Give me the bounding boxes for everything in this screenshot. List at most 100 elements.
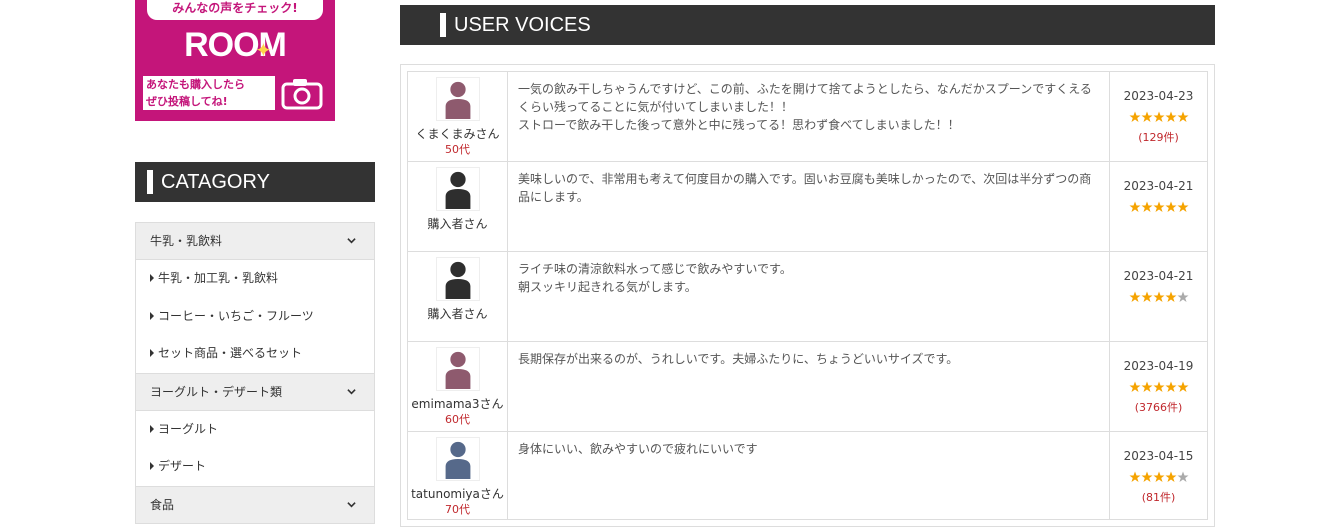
star-icon [1129, 471, 1140, 482]
review-user-name: 購入者さん [427, 217, 488, 231]
review-user-age: 70代 [445, 503, 470, 516]
star-icon [1153, 111, 1164, 122]
review-meta-cell: 2023-04-21 [1110, 162, 1207, 251]
category-item[interactable]: デザート [136, 448, 374, 486]
room-logo: ROOM [184, 26, 287, 64]
category-item-label: デザート [158, 459, 207, 473]
review-count-link[interactable]: (3766件) [1110, 400, 1207, 416]
chevron-down-icon[interactable] [347, 387, 356, 396]
review-text-line: 朝スッキリ起きれる気がします。 [518, 280, 697, 294]
star-icon [1165, 201, 1176, 212]
header-bar-decoration [440, 13, 446, 37]
room-banner[interactable]: みんなの声をチェック! ROOM ✦ あなたも購入したら ぜひ投稿してね! [135, 0, 335, 121]
review-meta-cell: 2023-04-23 (129件) [1110, 72, 1207, 161]
review-count-link[interactable]: (81件) [1110, 490, 1207, 506]
review-date: 2023-04-15 [1123, 449, 1194, 463]
review-meta-cell: 2023-04-21 [1110, 252, 1207, 341]
review-text-line: 美味しいので、非常用も考えて何度目かの購入です。固いお豆腐も美味しかったので、次… [518, 172, 1092, 204]
review-count-link[interactable]: (129件) [1110, 130, 1207, 146]
review-meta-cell: 2023-04-15 (81件) [1110, 432, 1207, 519]
review-row: くまくまみさん 50代 一気の飲み干しちゃうんですけど、この前、ふたを開けて捨てよ… [408, 72, 1207, 162]
review-text-line: 一気の飲み干しちゃうんですけど、この前、ふたを開けて捨てようとしたら、なんだかス… [518, 82, 1092, 114]
review-date: 2023-04-21 [1123, 269, 1194, 283]
review-text: 一気の飲み干しちゃうんですけど、この前、ふたを開けて捨てようとしたら、なんだかス… [508, 72, 1110, 161]
review-rating [1110, 288, 1207, 304]
user-voices-box: くまくまみさん 50代 一気の飲み干しちゃうんですけど、この前、ふたを開けて捨てよ… [400, 64, 1215, 527]
review-rating [1110, 108, 1207, 124]
review-rating [1110, 198, 1207, 214]
review-row: 購入者さん 美味しいので、非常用も考えて何度目かの購入です。固いお豆腐も美味しか… [408, 162, 1207, 252]
chevron-down-icon[interactable] [347, 236, 356, 245]
review-text: 美味しいので、非常用も考えて何度目かの購入です。固いお豆腐も美味しかったので、次… [508, 162, 1110, 251]
review-row: 購入者さん ライチ味の清涼飲料水って感じで飲みやすいです。 朝スッキリ起きれる気が… [408, 252, 1207, 342]
user-avatar-icon [435, 347, 480, 391]
review-user-cell: emimama3さん 60代 [408, 342, 508, 431]
review-text-line: ライチ味の清涼飲料水って感じで飲みやすいです。 [518, 262, 792, 276]
category-group[interactable]: 食品 [136, 485, 374, 524]
star-icon [1141, 471, 1152, 482]
category-group-label: 食品 [150, 497, 175, 512]
star-icon [1141, 201, 1152, 212]
review-meta-cell: 2023-04-19 (3766件) [1110, 342, 1207, 431]
star-icon [1129, 201, 1140, 212]
user-avatar-icon [435, 257, 480, 301]
chevron-down-icon[interactable] [347, 500, 356, 509]
category-item-label: 牛乳・加工乳・乳飲料 [158, 271, 279, 285]
star-icon [1165, 111, 1176, 122]
triangle-right-icon [150, 349, 154, 357]
star-icon [1153, 381, 1164, 392]
review-text: 長期保存が出来るのが、うれしいです。夫婦ふたりに、ちょうどいいサイズです。 [508, 342, 1110, 431]
star-icon [1153, 291, 1164, 302]
sparkle-icon: ✦ [255, 38, 272, 62]
invite-line-2: ぜひ投稿してね! [146, 95, 228, 108]
star-icon [1165, 381, 1176, 392]
user-avatar-icon [435, 437, 480, 481]
camera-icon [281, 79, 323, 110]
category-group[interactable]: ヨーグルト・デザート類 [136, 372, 374, 411]
category-item[interactable]: セット商品・選べるセット [136, 335, 374, 373]
category-item-label: ヨーグルト [158, 421, 219, 436]
room-banner-invite: あなたも購入したら ぜひ投稿してね! [143, 76, 275, 110]
review-date: 2023-04-19 [1123, 359, 1194, 373]
review-rating [1110, 468, 1207, 484]
category-header: CATAGORY [135, 162, 375, 202]
invite-line-1: あなたも購入したら [146, 78, 245, 91]
review-user-cell: 購入者さん [408, 162, 508, 251]
review-date: 2023-04-23 [1123, 89, 1194, 103]
triangle-right-icon [150, 462, 154, 470]
review-rating [1110, 378, 1207, 394]
review-row: emimama3さん 60代 長期保存が出来るのが、うれしいです。夫婦ふたりに、ち… [408, 342, 1207, 432]
star-icon [1165, 291, 1176, 302]
category-title: CATAGORY [161, 171, 270, 193]
star-icon [1141, 291, 1152, 302]
user-voices-title: USER VOICES [454, 13, 591, 36]
star-icon [1153, 201, 1164, 212]
star-icon [1141, 111, 1152, 122]
review-user-cell: くまくまみさん 50代 [408, 72, 508, 161]
review-row: tatunomiyaさん 70代 身体にいい、飲みやすいので疲れにいいです 2023… [408, 432, 1207, 519]
triangle-right-icon [150, 424, 154, 433]
review-user-name: emimama3さん [411, 397, 504, 411]
category-list: 牛乳・乳飲料牛乳・加工乳・乳飲料コーヒー・いちご・フルーツ セット商品・選べるセッ… [135, 222, 375, 524]
review-text-line: ストローで飲み干した後って意外と中に残ってる！思わず食べてしまいました！！ [518, 118, 960, 132]
category-item[interactable]: ヨーグルト [136, 410, 374, 448]
category-item[interactable]: 牛乳・加工乳・乳飲料 [136, 260, 374, 298]
triangle-right-icon [150, 274, 154, 282]
category-item[interactable]: コーヒー・いちご・フルーツ [136, 297, 374, 335]
page: みんなの声をチェック! ROOM ✦ あなたも購入したら ぜひ投稿してね! CA… [0, 0, 1339, 531]
review-user-name: 購入者さん [427, 307, 488, 321]
star-icon [1177, 471, 1188, 482]
star-icon [1177, 201, 1188, 212]
category-group[interactable]: 牛乳・乳飲料 [136, 222, 374, 260]
star-icon [1153, 471, 1164, 482]
review-text: ライチ味の清涼飲料水って感じで飲みやすいです。 朝スッキリ起きれる気がします。 [508, 252, 1110, 341]
star-icon [1129, 111, 1140, 122]
review-text: 身体にいい、飲みやすいので疲れにいいです [508, 432, 1110, 519]
triangle-right-icon [150, 311, 154, 320]
review-user-name: くまくまみさん [415, 127, 500, 141]
star-icon [1129, 381, 1140, 392]
room-banner-catch: みんなの声をチェック! [147, 0, 323, 20]
category-group-label: 牛乳・乳飲料 [150, 234, 223, 248]
review-user-age: 60代 [445, 413, 470, 426]
reviews-table[interactable]: くまくまみさん 50代 一気の飲み干しちゃうんですけど、この前、ふたを開けて捨てよ… [407, 71, 1208, 520]
